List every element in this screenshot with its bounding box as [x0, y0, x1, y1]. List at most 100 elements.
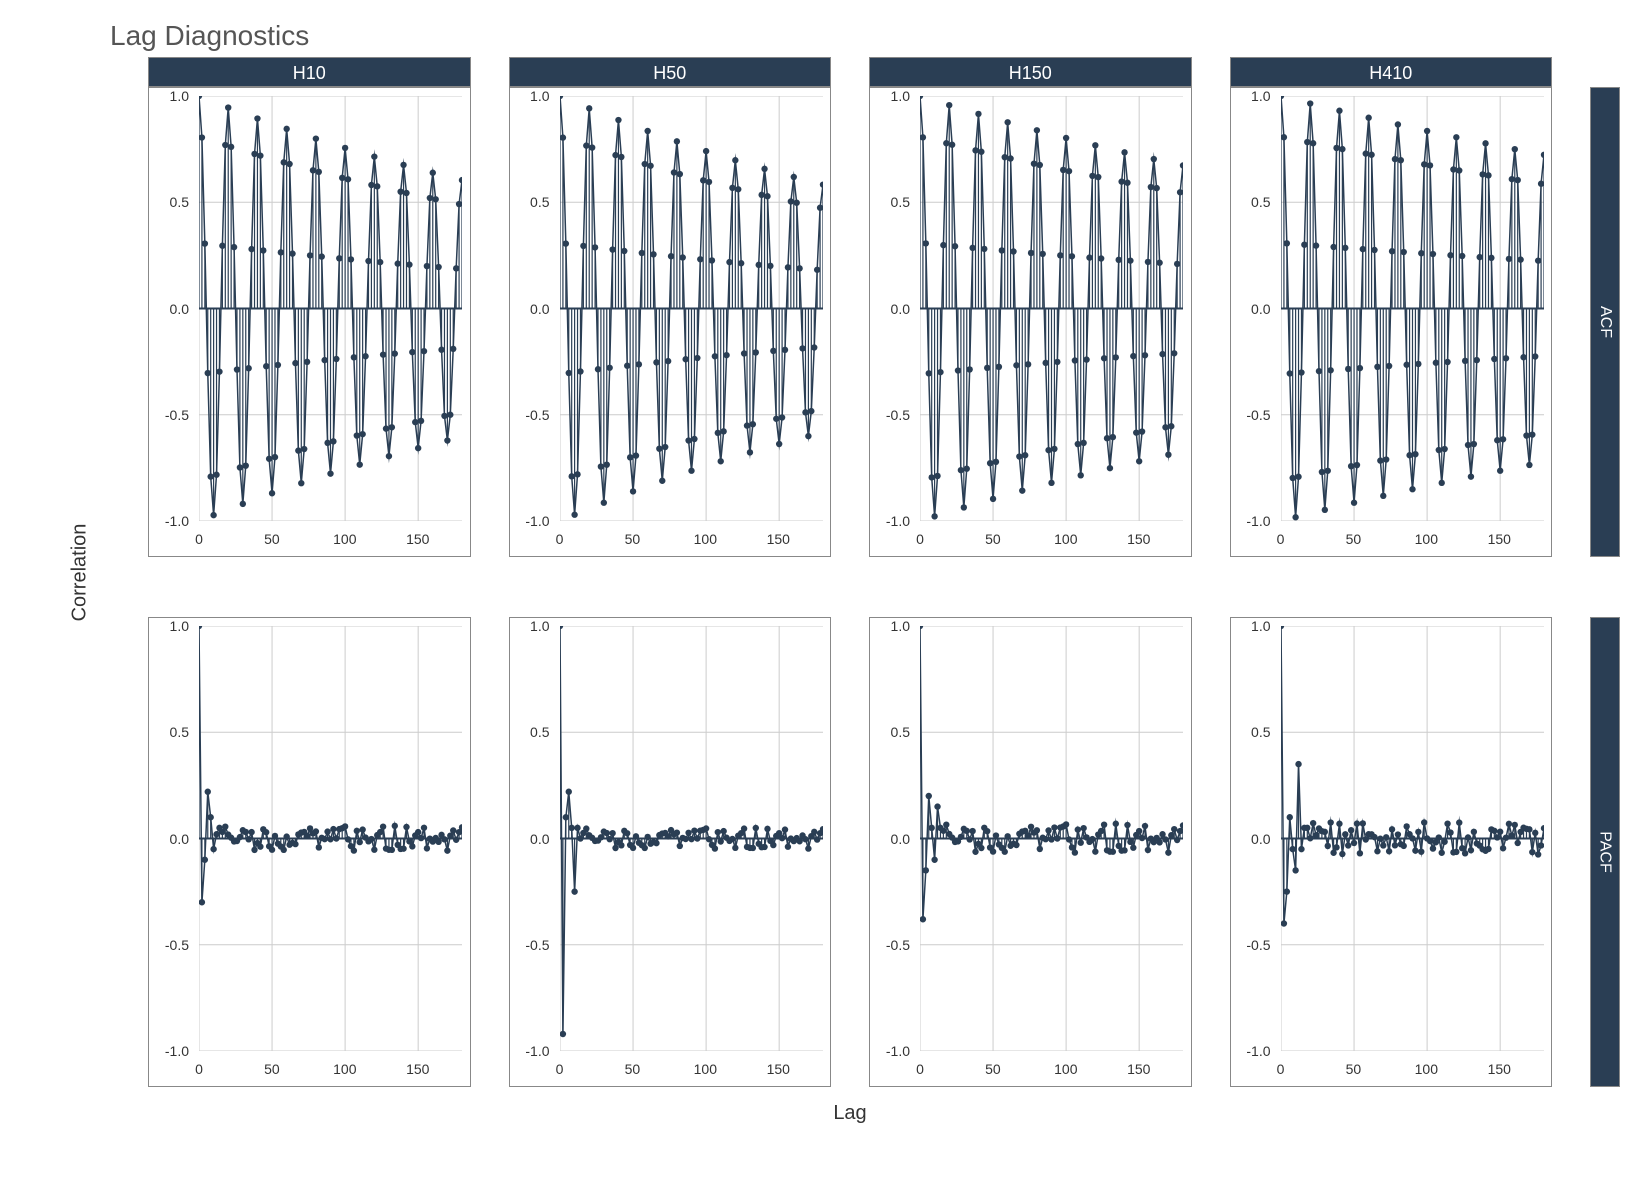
- chart-canvas: [920, 96, 1183, 521]
- y-tick: -0.5: [165, 407, 189, 423]
- panel-acf-h410: -1.0-0.50.00.51.0050100150: [1230, 87, 1553, 557]
- y-tick: 0.0: [891, 831, 910, 847]
- y-tick: 0.5: [170, 724, 189, 740]
- y-axis-label: Correlation: [50, 57, 110, 1087]
- col-header-h410: H410: [1230, 57, 1553, 87]
- x-tick: 100: [1054, 1061, 1077, 1077]
- x-tick: 150: [406, 531, 429, 547]
- x-tick: 150: [1488, 1061, 1511, 1077]
- panel-inner: [1281, 626, 1544, 1051]
- x-ticks: 050100150: [1281, 1056, 1544, 1086]
- x-tick: 100: [694, 531, 717, 547]
- chart-title: Lag Diagnostics: [110, 20, 1620, 52]
- x-ticks: 050100150: [1281, 526, 1544, 556]
- y-tick: -1.0: [165, 513, 189, 529]
- y-tick: 0.0: [891, 301, 910, 317]
- x-ticks: 050100150: [199, 526, 462, 556]
- y-tick: -0.5: [525, 407, 549, 423]
- y-tick: -1.0: [1246, 1043, 1270, 1059]
- row-header-acf: ACF: [1590, 87, 1620, 557]
- panel-inner: [920, 626, 1183, 1051]
- x-tick: 0: [1277, 531, 1285, 547]
- panel-pacf-h410: -1.0-0.50.00.51.0050100150: [1230, 617, 1553, 1087]
- x-tick: 100: [333, 1061, 356, 1077]
- chart-canvas: [560, 626, 823, 1051]
- x-ticks: 050100150: [560, 526, 823, 556]
- chart-canvas: [199, 626, 462, 1051]
- row-header-pacf: PACF: [1590, 617, 1620, 1087]
- x-tick: 100: [333, 531, 356, 547]
- x-tick: 0: [556, 531, 564, 547]
- y-ticks: -1.0-0.50.00.51.0: [1231, 626, 1276, 1051]
- y-ticks: -1.0-0.50.00.51.0: [1231, 96, 1276, 521]
- x-tick: 150: [1488, 531, 1511, 547]
- x-tick: 0: [916, 531, 924, 547]
- chart-canvas: [920, 626, 1183, 1051]
- y-tick: 0.5: [530, 194, 549, 210]
- y-tick: -0.5: [886, 937, 910, 953]
- x-tick: 100: [1415, 1061, 1438, 1077]
- x-tick: 0: [195, 1061, 203, 1077]
- y-tick: -1.0: [165, 1043, 189, 1059]
- y-tick: 0.0: [1251, 831, 1270, 847]
- y-tick: -1.0: [1246, 513, 1270, 529]
- y-tick: 0.0: [170, 301, 189, 317]
- col-header-h150: H150: [869, 57, 1192, 87]
- y-tick: 0.5: [170, 194, 189, 210]
- y-ticks: -1.0-0.50.00.51.0: [510, 626, 555, 1051]
- x-tick: 50: [985, 531, 1001, 547]
- x-tick: 100: [1054, 531, 1077, 547]
- panel-inner: [920, 96, 1183, 521]
- y-tick: -1.0: [525, 1043, 549, 1059]
- x-tick: 50: [264, 1061, 280, 1077]
- panel-inner: [199, 626, 462, 1051]
- col-header-h10: H10: [148, 57, 471, 87]
- x-tick: 100: [1415, 531, 1438, 547]
- x-tick: 50: [264, 531, 280, 547]
- panel-inner: [560, 96, 823, 521]
- x-tick: 150: [1127, 531, 1150, 547]
- panel-acf-h10: -1.0-0.50.00.51.0050100150: [148, 87, 471, 557]
- y-tick: 0.5: [1251, 724, 1270, 740]
- chart-canvas: [1281, 96, 1544, 521]
- panel-inner: [560, 626, 823, 1051]
- y-tick: -1.0: [525, 513, 549, 529]
- y-tick: 0.0: [170, 831, 189, 847]
- y-tick: -0.5: [525, 937, 549, 953]
- facet-grid: Correlation H10 H50 H150 H410 ACF PACF -…: [50, 57, 1620, 1117]
- chart-canvas: [560, 96, 823, 521]
- y-tick: 1.0: [1251, 88, 1270, 104]
- y-tick: 1.0: [170, 618, 189, 634]
- y-ticks: -1.0-0.50.00.51.0: [870, 96, 915, 521]
- y-tick: -0.5: [1246, 937, 1270, 953]
- x-ticks: 050100150: [920, 1056, 1183, 1086]
- x-tick: 150: [406, 1061, 429, 1077]
- y-tick: -1.0: [886, 513, 910, 529]
- panel-acf-h150: -1.0-0.50.00.51.0050100150: [869, 87, 1192, 557]
- x-tick: 50: [625, 531, 641, 547]
- y-tick: 1.0: [530, 88, 549, 104]
- panel-inner: [199, 96, 462, 521]
- y-ticks: -1.0-0.50.00.51.0: [149, 626, 194, 1051]
- y-tick: -1.0: [886, 1043, 910, 1059]
- y-tick: 0.0: [530, 301, 549, 317]
- y-tick: 1.0: [891, 88, 910, 104]
- x-tick: 100: [694, 1061, 717, 1077]
- x-tick: 0: [556, 1061, 564, 1077]
- panel-pacf-h150: -1.0-0.50.00.51.0050100150: [869, 617, 1192, 1087]
- y-tick: 0.5: [891, 724, 910, 740]
- chart-container: Lag Diagnostics Correlation H10 H50 H150…: [20, 20, 1620, 1160]
- y-tick: 1.0: [1251, 618, 1270, 634]
- y-tick: 0.5: [891, 194, 910, 210]
- x-tick: 0: [916, 1061, 924, 1077]
- panel-acf-h50: -1.0-0.50.00.51.0050100150: [509, 87, 832, 557]
- y-tick: 1.0: [530, 618, 549, 634]
- x-tick: 50: [625, 1061, 641, 1077]
- panel-pacf-h10: -1.0-0.50.00.51.0050100150: [148, 617, 471, 1087]
- y-ticks: -1.0-0.50.00.51.0: [870, 626, 915, 1051]
- row-spacer: [148, 557, 1552, 617]
- y-tick: 0.5: [1251, 194, 1270, 210]
- y-tick: 0.0: [530, 831, 549, 847]
- x-ticks: 050100150: [920, 526, 1183, 556]
- x-tick: 0: [1277, 1061, 1285, 1077]
